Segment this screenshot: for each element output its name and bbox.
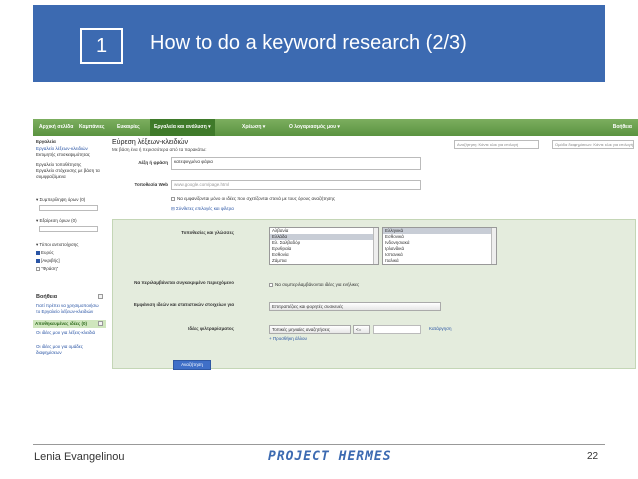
slide-number: 1 xyxy=(95,35,108,57)
checkbox-icon[interactable] xyxy=(269,282,273,287)
collapse-saved-icon[interactable] xyxy=(98,321,103,326)
filter-ideas-label: Ιδέες φιλτραρίσματος xyxy=(188,326,234,331)
scrollbar[interactable] xyxy=(373,228,378,264)
adult-content-label: Να περιλαμβάνεται συγκεκριμένο περιεχόμε… xyxy=(134,280,234,285)
saved-ideas-panel: Αποθηκευμένες ιδέες (0) xyxy=(33,320,106,328)
top-navigation-bar: Αρχική σελίδα Καμπάνιες Ευκαιρίες Εργαλε… xyxy=(33,119,638,136)
page-title: Εύρεση λέξεων-κλειδιών xyxy=(112,139,189,146)
countries-listbox[interactable]: Αλβανία Ελλάδα Ελ. Σαλβαδόρ Ερυθραία Εσθ… xyxy=(269,227,379,265)
website-label: Τοποθεσία Web xyxy=(134,182,168,187)
saved-keyword-ideas-link[interactable]: Οι ιδέες μου για λέξεις-κλειδιά xyxy=(36,330,104,336)
page-number: 22 xyxy=(587,451,599,462)
match-type-phrase[interactable]: "Φράση" xyxy=(36,266,58,271)
sidebar-link-traffic-estimator[interactable]: Εκτιμητής επισκεψιμότητας xyxy=(36,152,90,157)
devices-label: Εμφάνιση ιδεών και στατιστικών στοιχείων… xyxy=(133,302,234,307)
checkbox-icon[interactable] xyxy=(36,258,40,263)
slide-header: 1 How to do a keyword research (2/3) xyxy=(33,5,605,82)
exclude-terms-input[interactable] xyxy=(39,226,98,232)
saved-adgroup-ideas-link[interactable]: Οι ιδέες μου για ομάδες διαφημίσεων xyxy=(36,344,104,356)
exclude-terms-filter[interactable]: ▾ Εξαίρεση όρων (0) xyxy=(36,218,77,224)
adult-ideas-option[interactable]: Να συμπεριλαμβάνονται ιδέες για ενήλικες xyxy=(269,282,359,287)
remove-filter-link[interactable]: Κατάργηση xyxy=(429,326,451,331)
nav-tools-analysis[interactable]: Εργαλεία και ανάλυση ▾ xyxy=(150,119,215,136)
match-types-heading[interactable]: ▾ Τύποι αντιστοίχισης xyxy=(36,242,78,248)
nav-my-account[interactable]: Ο λογαριασμός μου ▾ xyxy=(289,124,340,130)
nav-billing[interactable]: Χρέωση ▾ xyxy=(242,124,265,130)
sidebar: Εργαλεία Εργαλείο λέξεων-κλειδιών Εκτιμη… xyxy=(33,136,106,419)
list-item[interactable]: Ζάμπια xyxy=(270,258,378,264)
advanced-options-link[interactable]: ⊟ Σύνθετες επιλογές και φίλτρα xyxy=(171,206,234,212)
locations-languages-label: Τοποθεσίες και γλώσσες xyxy=(181,230,234,235)
sidebar-help-link[interactable]: Γιατί πρέπει να χρησιμοποιήσω το Εργαλεί… xyxy=(36,303,104,315)
checkbox-icon[interactable] xyxy=(36,266,40,271)
collapse-help-icon[interactable] xyxy=(98,294,103,299)
nav-opportunities[interactable]: Ευκαιρίες xyxy=(117,124,140,130)
include-terms-filter[interactable]: ▾ Συμπερίληψη όρων (0) xyxy=(36,197,85,203)
languages-listbox[interactable]: Ελληνικά Εσθονικά Ινδονησιακά Ιρλανδικά … xyxy=(382,227,497,265)
nav-help[interactable]: Βοήθεια xyxy=(613,124,632,130)
checkbox-icon[interactable] xyxy=(36,250,40,255)
slide-title: How to do a keyword research (2/3) xyxy=(150,32,467,54)
nav-campaigns[interactable]: Καμπάνιες xyxy=(79,124,105,130)
checkbox-icon[interactable] xyxy=(171,196,175,201)
main-content: Εύρεση λέξεων-κλειδιών Με βάση ένα ή περ… xyxy=(112,136,638,419)
search-button[interactable]: Αναζήτηση xyxy=(173,360,211,370)
footer-author: Lenia Evangelinou xyxy=(34,451,125,463)
filter-value-input[interactable] xyxy=(373,325,421,334)
page-subtitle: Με βάση ένα ή περισσότερα από τα παρακάτ… xyxy=(112,147,207,152)
advanced-options-panel: Τοποθεσίες και γλώσσες Αλβανία Ελλάδα Ελ… xyxy=(112,219,636,369)
add-filter-link[interactable]: + Προσθήκη άλλου xyxy=(269,336,307,341)
filter-field-select[interactable]: Τοπικές μηνιαίες αναζητήσεις xyxy=(269,325,351,334)
match-type-exact[interactable]: [Ακριβής] xyxy=(36,258,60,263)
word-phrase-label: Λέξη ή φράση xyxy=(138,160,168,165)
closely-related-option[interactable]: Να εμφανίζονται μόνο οι ιδέες που σχετίζ… xyxy=(171,196,335,201)
saved-ideas-heading: Αποθηκευμένες ιδέες (0) xyxy=(35,321,88,326)
slide-number-box: 1 xyxy=(80,28,123,64)
list-item[interactable]: Ιταλικά xyxy=(383,258,496,264)
nav-home[interactable]: Αρχική σελίδα xyxy=(39,124,73,130)
scrollbar[interactable] xyxy=(491,228,496,264)
sidebar-help-heading: Βοήθεια xyxy=(36,294,58,300)
word-phrase-input[interactable]: κατεψυγμένα φάρια xyxy=(171,157,421,170)
keyword-tool-screenshot: Αρχική σελίδα Καμπάνιες Ευκαιρίες Εργαλε… xyxy=(33,119,638,419)
include-terms-input[interactable] xyxy=(39,205,98,211)
sidebar-link-keyword-tool[interactable]: Εργαλείο λέξεων-κλειδιών xyxy=(36,146,88,151)
adgroup-search-box[interactable]: Ομάδα διαφημίσεων: Κάντε κλικ για επιλογ… xyxy=(552,140,634,149)
campaign-search-box[interactable]: Αναζήτηση: Κάντε κλικ για επιλογή xyxy=(454,140,539,149)
footer-divider xyxy=(33,444,605,445)
filter-operator-select[interactable]: <= xyxy=(353,325,370,334)
match-type-broad[interactable]: Ευρύς xyxy=(36,250,54,255)
sidebar-tools-heading: Εργαλεία xyxy=(36,139,56,144)
devices-select[interactable]: Επιτραπέζιες και φορητές συσκευές xyxy=(269,302,441,311)
sidebar-link-contextual-tool[interactable]: Εργαλείο στόχευσης με βάση τα συμφραζόμε… xyxy=(36,168,104,180)
website-input[interactable]: www.google.com/page.html xyxy=(171,180,421,190)
sidebar-link-placement-tool[interactable]: Εργαλείο τοποθέτησης xyxy=(36,162,81,167)
project-hermes-logo: PROJECT HERMES xyxy=(268,449,392,464)
